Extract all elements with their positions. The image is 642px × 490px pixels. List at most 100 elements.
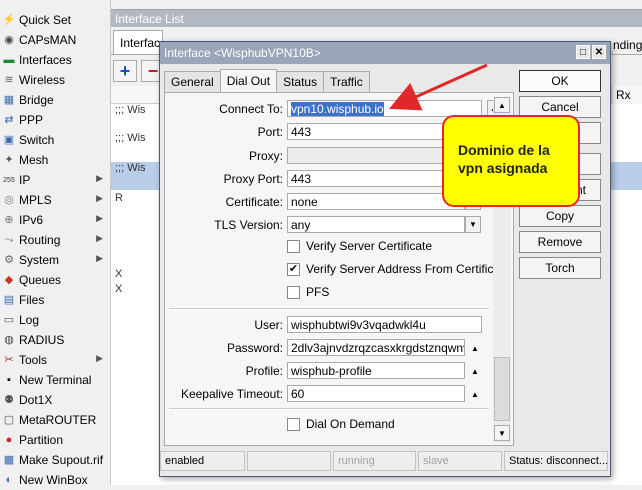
sidebar-item-new-winbox[interactable]: ◐ New WinBox xyxy=(0,470,111,490)
sidebar-item-queues[interactable]: ◆ Queues xyxy=(0,270,111,290)
sidebar-item-label: MPLS xyxy=(19,193,52,207)
sidebar-item-mpls[interactable]: ◎ MPLS ▶ xyxy=(0,190,111,210)
verify-server-addr-label: Verify Server Address From Certificate xyxy=(306,262,511,276)
status-empty xyxy=(247,451,331,471)
sidebar-item-radius[interactable]: ◍ RADIUS xyxy=(0,330,111,350)
sidebar-item-dot1x[interactable]: ⚉ Dot1X xyxy=(0,390,111,410)
verify-server-cert-checkbox[interactable] xyxy=(287,240,300,253)
sidebar-item-make-supout-rif[interactable]: ▩ Make Supout.rif xyxy=(0,450,111,470)
dialog-tabs: General Dial Out Status Traffic xyxy=(164,69,370,92)
routing-icon: ⤳ xyxy=(4,233,14,246)
dialog-titlebar[interactable]: Interface <WisphubVPN10B> □ ✕ xyxy=(160,42,610,64)
password-label: Password: xyxy=(226,341,283,355)
scrollbar-thumb[interactable] xyxy=(494,357,510,421)
proxy-label: Proxy: xyxy=(248,149,283,163)
partition-icon: ● xyxy=(5,433,13,446)
sidebar-item-capsman[interactable]: ◉ CAPsMAN xyxy=(0,30,111,50)
sidebar-item-partition[interactable]: ● Partition xyxy=(0,430,111,450)
collapse-up-icon[interactable]: ▲ xyxy=(469,342,481,354)
verify-server-addr-checkbox[interactable]: ✔ xyxy=(287,263,300,276)
keepalive-input[interactable]: 60 xyxy=(287,385,465,402)
pfs-checkbox[interactable] xyxy=(287,286,300,299)
annotation-line-2: vpn asignada xyxy=(458,160,548,176)
scroll-up-icon[interactable]: ▲ xyxy=(494,97,510,113)
copy-button[interactable]: Copy xyxy=(519,205,601,227)
connect-to-value: vpn10.wisphub.io xyxy=(291,102,384,116)
status-running: running xyxy=(333,451,416,471)
capsman-icon: ◉ xyxy=(4,33,14,46)
status-slave: slave xyxy=(418,451,502,471)
ip-icon: 255 xyxy=(3,176,15,184)
sidebar-item-tools[interactable]: ✂ Tools ▶ xyxy=(0,350,111,370)
profile-label: Profile: xyxy=(245,364,283,378)
sidebar-item-metarouter[interactable]: ▢ MetaROUTER xyxy=(0,410,111,430)
wireless-icon: ≋ xyxy=(4,73,14,86)
torch-button[interactable]: Torch xyxy=(519,257,601,279)
sidebar-item-label: Switch xyxy=(19,133,55,147)
dial-on-demand-label: Dial On Demand xyxy=(306,417,395,431)
keepalive-label: Keepalive Timeout: xyxy=(180,387,283,401)
ok-button[interactable]: OK xyxy=(519,70,601,92)
password-input[interactable]: 2dlv3ajnvdzrqzcasxkrgdstznqwnv xyxy=(287,339,465,356)
sidebar-item-switch[interactable]: ▣ Switch xyxy=(0,130,111,150)
interface-dialog: Interface <WisphubVPN10B> □ ✕ General Di… xyxy=(159,41,611,477)
collapse-up-icon[interactable]: ▲ xyxy=(469,365,481,377)
tools-icon: ✂ xyxy=(4,353,14,366)
proxy-port-label: Proxy Port: xyxy=(223,172,283,186)
files-icon: ▤ xyxy=(3,293,15,306)
sidebar-item-new-terminal[interactable]: ▪ New Terminal xyxy=(0,370,111,390)
certificate-label: Certificate: xyxy=(225,195,283,209)
maximize-icon[interactable]: □ xyxy=(576,45,590,59)
status-connection: Status: disconnect... xyxy=(504,451,608,471)
sidebar-item-wireless[interactable]: ≋ Wireless xyxy=(0,70,111,90)
sidebar-item-mesh[interactable]: ✦ Mesh xyxy=(0,150,111,170)
chevron-down-icon[interactable]: ▼ xyxy=(465,216,481,233)
sidebar-item-routing[interactable]: ⤳ Routing ▶ xyxy=(0,230,111,250)
column-header-pending[interactable]: nding xyxy=(611,36,642,54)
dial-on-demand-checkbox[interactable] xyxy=(287,418,300,431)
sidebar-item-ipv6[interactable]: ⊕ IPv6 ▶ xyxy=(0,210,111,230)
sidebar-item-quick-set[interactable]: ⚡ Quick Set xyxy=(0,10,111,30)
collapse-up-icon[interactable]: ▲ xyxy=(469,388,481,400)
switch-icon: ▣ xyxy=(3,133,15,146)
sidebar-item-files[interactable]: ▤ Files xyxy=(0,290,111,310)
chevron-right-icon: ▶ xyxy=(96,193,103,203)
ipv6-icon: ⊕ xyxy=(4,213,14,226)
sidebar-item-label: RADIUS xyxy=(19,333,65,347)
table-row-label: ;;; Wis xyxy=(115,162,146,174)
tls-version-select[interactable]: any xyxy=(287,216,465,233)
sidebar-item-label: Make Supout.rif xyxy=(19,453,104,467)
close-icon[interactable]: ✕ xyxy=(592,45,606,59)
profile-select[interactable]: wisphub-profile xyxy=(287,362,465,379)
remove-button[interactable]: Remove xyxy=(519,231,601,253)
column-header-rx[interactable]: Rx xyxy=(611,86,642,104)
tab-dial-out[interactable]: Dial Out xyxy=(219,69,278,92)
pfs-label: PFS xyxy=(306,285,330,299)
scroll-down-icon[interactable]: ▼ xyxy=(494,425,510,441)
sidebar-item-log[interactable]: ▭ Log xyxy=(0,310,111,330)
sidebar-item-system[interactable]: ⚙ System ▶ xyxy=(0,250,111,270)
tab-general[interactable]: General xyxy=(164,71,221,92)
sidebar-item-ppp[interactable]: ⇄ PPP xyxy=(0,110,111,130)
radius-icon: ◍ xyxy=(4,333,14,346)
sidebar-item-interfaces[interactable]: ▬ Interfaces xyxy=(0,50,111,70)
divider xyxy=(169,408,489,410)
status-enabled: enabled xyxy=(160,451,245,471)
terminal-icon: ▪ xyxy=(7,373,11,386)
user-label: User: xyxy=(254,318,283,332)
tab-status[interactable]: Status xyxy=(276,71,325,92)
dot1x-icon: ⚉ xyxy=(4,393,14,406)
port-label: Port: xyxy=(257,125,283,139)
tab-traffic[interactable]: Traffic xyxy=(323,71,370,92)
status-bar: enabled running slave Status: disconnect… xyxy=(160,451,610,473)
window-title: Interface List xyxy=(111,9,642,27)
ppp-icon: ⇄ xyxy=(4,113,14,126)
sidebar-item-bridge[interactable]: ▦ Bridge xyxy=(0,90,111,110)
user-input[interactable]: wisphubtwi9v3vqadwkl4u xyxy=(287,316,482,333)
sidebar-item-label: Bridge xyxy=(19,93,54,107)
log-icon: ▭ xyxy=(3,313,15,326)
add-icon[interactable]: + xyxy=(113,60,137,82)
tab-interface[interactable]: Interfac xyxy=(113,30,163,54)
sidebar-item-ip[interactable]: 255 IP ▶ xyxy=(0,170,111,190)
certificate-select[interactable]: none xyxy=(287,193,465,210)
